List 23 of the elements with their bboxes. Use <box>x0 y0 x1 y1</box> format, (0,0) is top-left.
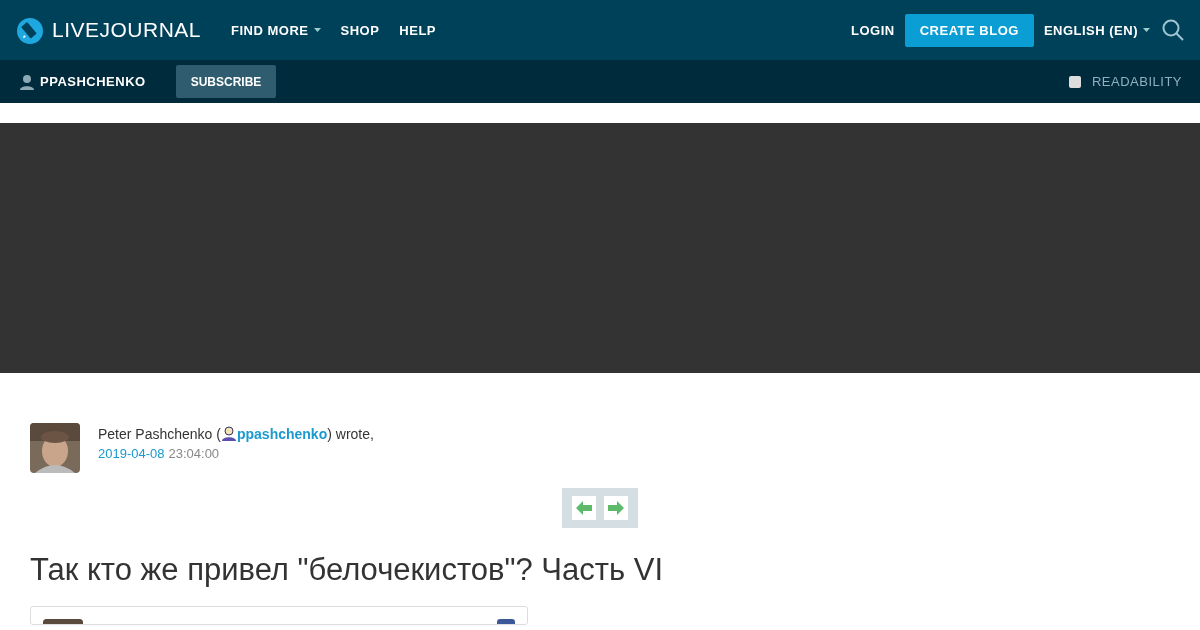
search-icon[interactable] <box>1162 19 1184 41</box>
post-time: 23:04:00 <box>168 446 220 461</box>
readability-label[interactable]: READABILITY <box>1091 74 1182 89</box>
user-icon <box>20 73 34 90</box>
user-icon <box>220 425 237 441</box>
next-button[interactable] <box>604 496 628 520</box>
nav-link[interactable]: HELP <box>399 22 436 38</box>
post-title: Так кто же привел "белочекистов"? Часть VI <box>30 552 664 588</box>
user-link[interactable]: PPASHCHENKO <box>20 73 146 90</box>
previous-button[interactable] <box>572 496 596 520</box>
logo-text[interactable]: LIVEJOURNAL <box>52 18 202 42</box>
left-arrow-icon <box>576 501 592 515</box>
login-link[interactable]: LOGIN <box>851 22 895 38</box>
nav-link[interactable]: SHOP <box>340 22 380 38</box>
language-selector[interactable]: ENGLISH (EN) <box>1043 22 1150 38</box>
author-line: Peter Pashchenko ( ppashchenko) wrote, <box>98 425 374 442</box>
caret-icon <box>1143 28 1150 32</box>
subscribe-button[interactable]: SUBSCRIBE <box>175 65 277 98</box>
caret-icon <box>313 28 321 32</box>
logo-icon[interactable] <box>16 16 44 44</box>
readability-checkbox[interactable] <box>1068 75 1081 88</box>
nav-link[interactable]: FIND MORE <box>231 22 321 38</box>
right-arrow-icon <box>608 501 624 515</box>
